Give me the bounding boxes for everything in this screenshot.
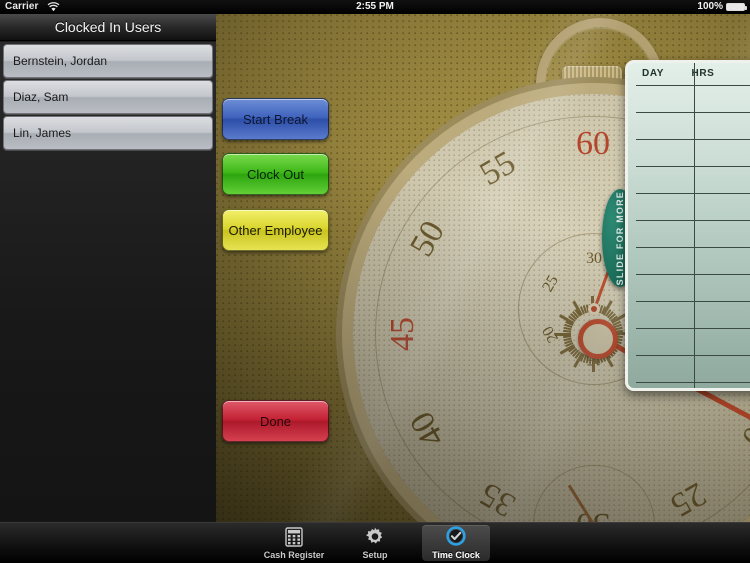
sidebar-title: Clocked In Users — [54, 19, 162, 35]
table-row[interactable] — [636, 85, 750, 112]
timesheet-divider — [694, 63, 695, 388]
clock-check-icon — [446, 526, 466, 546]
user-name: Lin, James — [13, 126, 72, 140]
table-row[interactable] — [636, 112, 750, 139]
tab-bar: Cash Register Setup Time Clock — [0, 522, 750, 563]
table-row[interactable] — [636, 328, 750, 355]
tab-time-clock[interactable]: Time Clock — [422, 525, 490, 561]
battery-full-icon — [726, 3, 747, 11]
clock-out-label: Clock Out — [246, 166, 305, 182]
column-header-hrs: HRS — [691, 68, 715, 79]
slide-for-more-label: SLIDE FOR MORE — [615, 190, 625, 286]
status-time: 2:55 PM — [356, 1, 394, 12]
list-item[interactable]: Bernstein, Jordan — [3, 44, 213, 78]
done-label: Done — [259, 413, 292, 429]
tab-label: Cash Register — [263, 550, 325, 560]
table-row[interactable] — [636, 139, 750, 166]
gear-icon — [366, 527, 383, 544]
battery-percent: 100% — [697, 1, 723, 12]
other-employee-button[interactable]: Other Employee — [222, 209, 329, 251]
timesheet-rows — [628, 85, 750, 388]
tab-cash-register[interactable]: Cash Register — [260, 525, 328, 561]
tab-label: Setup — [362, 550, 388, 560]
tab-label: Time Clock — [432, 550, 480, 560]
user-name: Diaz, Sam — [13, 90, 69, 104]
clock-out-button[interactable]: Clock Out — [222, 153, 329, 195]
clocked-in-user-list: Bernstein, Jordan Diaz, Sam Lin, James — [0, 42, 216, 523]
other-employee-label: Other Employee — [228, 222, 323, 238]
user-name: Bernstein, Jordan — [13, 54, 108, 68]
list-item[interactable]: Diaz, Sam — [3, 80, 213, 114]
main-stage: 60510152025303540455055 30510152025 Star… — [216, 14, 750, 523]
sidebar: Clocked In Users Bernstein, Jordan Diaz,… — [0, 14, 216, 523]
table-row[interactable] — [636, 355, 750, 382]
table-row[interactable] — [636, 193, 750, 220]
table-row[interactable] — [636, 220, 750, 247]
table-row[interactable] — [636, 274, 750, 301]
table-row[interactable] — [636, 166, 750, 193]
start-break-label: Start Break — [242, 111, 309, 127]
sidebar-header: Clocked In Users — [0, 14, 216, 41]
column-header-day: DAY — [642, 68, 664, 79]
app-root: Carrier 2:55 PM 100% Clocked In Users Be… — [0, 0, 750, 563]
done-button[interactable]: Done — [222, 400, 329, 442]
table-row[interactable] — [636, 247, 750, 274]
calculator-icon — [285, 527, 303, 547]
list-item[interactable]: Lin, James — [3, 116, 213, 150]
start-break-button[interactable]: Start Break — [222, 98, 329, 140]
table-row[interactable] — [636, 301, 750, 328]
table-row[interactable] — [636, 382, 750, 388]
timesheet-header: DAY HRS — [628, 63, 750, 85]
status-bar: Carrier 2:55 PM 100% — [0, 0, 750, 14]
tab-setup[interactable]: Setup — [341, 525, 409, 561]
timesheet-panel[interactable]: DAY HRS — [625, 60, 750, 391]
